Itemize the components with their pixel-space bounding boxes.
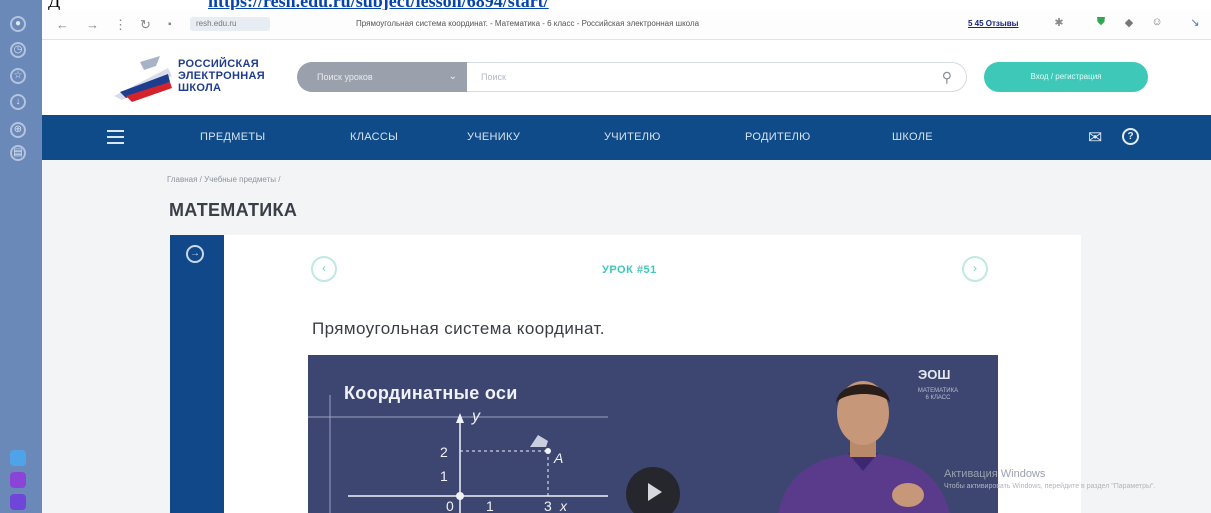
profile-icon[interactable]: ☺: [1150, 16, 1164, 30]
reload-icon[interactable]: ↻: [140, 17, 151, 33]
chevron-down-icon: ⌄: [448, 71, 457, 82]
mail-icon[interactable]: ✉: [1088, 128, 1102, 148]
x-axis-label: x: [559, 498, 568, 513]
shield-icon[interactable]: ⛊: [1094, 16, 1108, 30]
origin-label: 0: [446, 498, 454, 513]
search-icon[interactable]: ⚲: [942, 69, 952, 86]
main-navigation: ПРЕДМЕТЫ КЛАССЫ УЧЕНИКУ УЧИТЕЛЮ РОДИТЕЛЮ…: [42, 115, 1211, 160]
x-tick-1: 1: [486, 498, 494, 513]
logo-line-3: ШКОЛА: [178, 82, 222, 94]
point-label: A: [553, 450, 563, 466]
coordinate-axes-diagram: y 2 1 0 1 3 x A: [308, 395, 608, 513]
bookmark-icon[interactable]: ✱: [1052, 16, 1066, 30]
windows-activation-watermark: Активация Windows Чтобы активировать Win…: [944, 468, 1204, 491]
extension-icon[interactable]: [10, 494, 26, 510]
watermark-subtitle: Чтобы активировать Windows, перейдите в …: [944, 483, 1156, 490]
nav-item-teachers[interactable]: УЧИТЕЛЮ: [604, 131, 661, 143]
sidebar-app-icon[interactable]: ●: [10, 16, 26, 32]
notes-icon[interactable]: ▤: [10, 145, 26, 161]
browser-toolbar: ← → ⋮ ↻ ▪ resh.edu.ru Прямоугольная сист…: [42, 10, 1211, 40]
play-app-icon[interactable]: [10, 450, 26, 466]
previous-lesson-button[interactable]: ‹: [311, 256, 337, 282]
extension-puzzle-icon[interactable]: ◆: [1122, 16, 1136, 30]
logo-text: РОССИЙСКАЯ ЭЛЕКТРОННАЯ ШКОЛА: [178, 58, 265, 94]
logo-line-1: РОССИЙСКАЯ: [178, 58, 259, 70]
y-tick-2: 2: [440, 444, 448, 460]
menu-icon[interactable]: ⋮: [114, 17, 127, 33]
nav-item-classes[interactable]: КЛАССЫ: [350, 131, 398, 143]
reviews-extension[interactable]: 5 45 Отзывы: [968, 19, 1019, 28]
back-icon[interactable]: ←: [56, 17, 69, 32]
lock-icon: ▪: [168, 19, 172, 30]
video-player[interactable]: Координатные оси ЭОШ МАТЕМАТИКА 6 КЛАСС …: [308, 355, 998, 513]
clock-icon[interactable]: ◷: [10, 42, 26, 58]
logo-line-2: ЭЛЕКТРОННАЯ: [178, 70, 265, 82]
browser-window: ← → ⋮ ↻ ▪ resh.edu.ru Прямоугольная сист…: [42, 10, 1211, 513]
help-icon[interactable]: ?: [1122, 128, 1139, 145]
teacher-image: [778, 381, 950, 513]
page-title: МАТЕМАТИКА: [169, 200, 298, 220]
download-tray-icon[interactable]: ↘: [1188, 16, 1202, 30]
snail-icon: [530, 435, 548, 447]
watermark-title: Активация Windows: [944, 468, 1046, 480]
search-scope-select[interactable]: Поиск уроков ⌄: [297, 62, 467, 92]
lesson-sidebar: →: [170, 235, 224, 513]
history-icon[interactable]: ⊕: [10, 122, 26, 138]
resh-logo[interactable]: [110, 52, 176, 104]
expand-sidebar-icon[interactable]: →: [186, 245, 204, 263]
play-button[interactable]: [626, 467, 680, 513]
hamburger-menu-icon[interactable]: [107, 130, 124, 144]
tab-title: Прямоугольная система координат. - Матем…: [356, 19, 700, 28]
y-tick-1: 1: [440, 468, 448, 484]
nav-item-students[interactable]: УЧЕНИКУ: [467, 131, 520, 143]
next-lesson-button[interactable]: ›: [962, 256, 988, 282]
document-prefix: Д: [48, 0, 61, 10]
site-header: РОССИЙСКАЯ ЭЛЕКТРОННАЯ ШКОЛА Поиск уроко…: [42, 40, 1211, 115]
y-axis-label: y: [471, 408, 481, 425]
login-button[interactable]: Вход / регистрация: [984, 62, 1148, 92]
breadcrumb[interactable]: Главная / Учебные предметы /: [167, 175, 280, 184]
forward-icon[interactable]: →: [86, 17, 99, 32]
browser-sidebar: ● ◷ ☆ ↓ ⊕ ▤: [0, 0, 42, 513]
lesson-link[interactable]: https://resh.edu.ru/subject/lesson/6894/…: [208, 0, 549, 10]
x-tick-3: 3: [544, 498, 552, 513]
lesson-title: Прямоугольная система координат.: [312, 319, 605, 338]
address-bar[interactable]: resh.edu.ru: [190, 17, 270, 31]
nav-item-schools[interactable]: ШКОЛЕ: [892, 131, 933, 143]
document-line: Д https://resh.edu.ru/subject/lesson/689…: [0, 0, 1211, 10]
search-input[interactable]: Поиск ⚲: [467, 62, 967, 92]
nav-item-parents[interactable]: РОДИТЕЛЮ: [745, 131, 811, 143]
nav-item-subjects[interactable]: ПРЕДМЕТЫ: [200, 131, 265, 143]
download-icon[interactable]: ↓: [10, 94, 26, 110]
star-icon[interactable]: ☆: [10, 68, 26, 84]
lesson-number: УРОК #51: [602, 264, 657, 276]
search-placeholder: Поиск: [481, 72, 506, 82]
messenger-icon[interactable]: [10, 472, 26, 488]
search-scope-label: Поиск уроков: [317, 72, 373, 82]
